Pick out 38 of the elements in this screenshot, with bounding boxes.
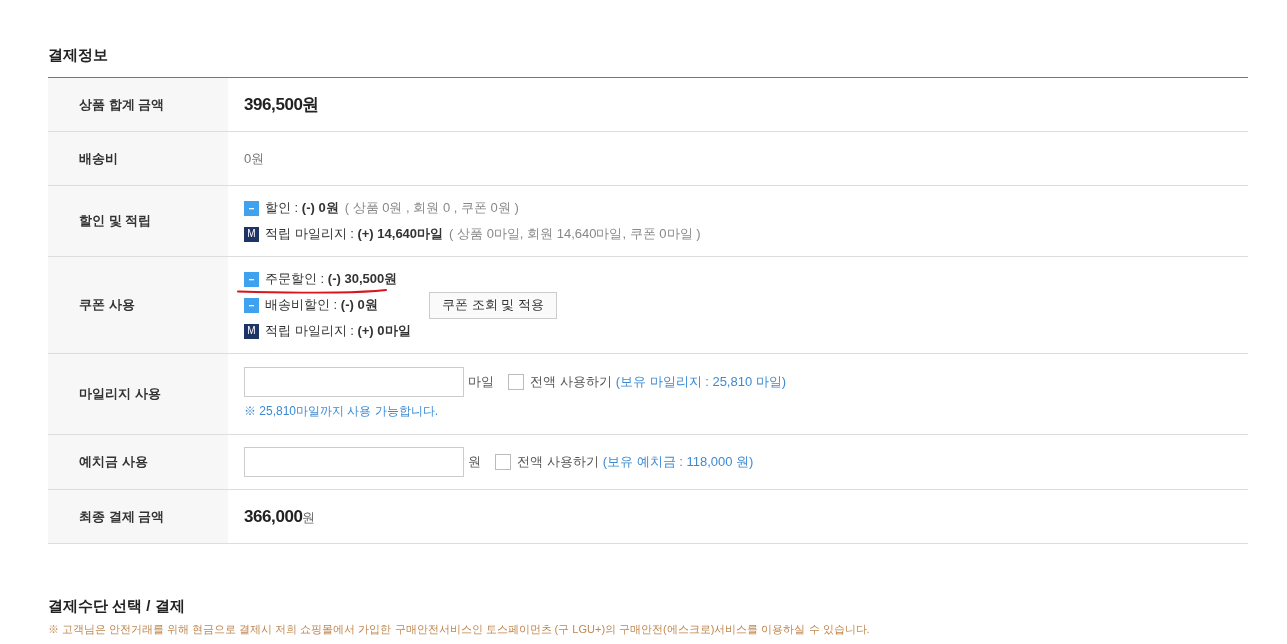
- row-header: 상품 합계 금액: [48, 78, 228, 131]
- amount-line-text: 할인 : (-) 0원: [265, 199, 339, 218]
- checkbox[interactable]: [495, 454, 511, 470]
- amount-value: 396,500원: [244, 93, 320, 116]
- row-header: 할인 및 적립: [48, 186, 228, 256]
- use-all-label[interactable]: 전액 사용하기: [517, 452, 599, 472]
- breakdown-text: ( 상품 0원 , 회원 0 , 쿠폰 0원 ): [344, 199, 519, 218]
- use-all-label[interactable]: 전액 사용하기: [530, 372, 612, 392]
- total-amount-value: 366,000: [244, 505, 303, 528]
- row-header: 배송비: [48, 132, 228, 185]
- section-title: 결제정보: [48, 45, 109, 65]
- balance-text: (보유 예치금 : 118,000 원): [602, 453, 754, 472]
- minus-icon: [244, 297, 259, 313]
- row-header: 최종 결제 금액: [48, 490, 228, 543]
- unit-label: 마일: [468, 373, 494, 392]
- section-title: 결제수단 선택 / 결제: [48, 596, 186, 616]
- breakdown-text: ( 상품 0마일, 회원 14,640마일, 쿠폰 0마일 ): [449, 225, 701, 244]
- minus-icon: [244, 271, 259, 287]
- currency-unit: 원: [302, 508, 316, 527]
- row-header: 쿠폰 사용: [48, 257, 228, 353]
- row-header: 마일리지 사용: [48, 354, 228, 434]
- minus-icon: [244, 200, 259, 216]
- checkbox[interactable]: [508, 374, 524, 390]
- coupon-lookup-button[interactable]: 쿠폰 조회 및 적용: [429, 291, 557, 319]
- unit-label: 원: [468, 453, 481, 472]
- escrow-notice: ※ 고객님은 안전거래를 위해 현금으로 결제시 저희 쇼핑몰에서 가입한 구매안전서비스인 토스페이먼츠 (구 LGU+)의 구매안전(에스크로)서비스를 이용하실 수 있습니다.: [48, 622, 871, 637]
- shipping-fee-value: 0원: [244, 149, 265, 168]
- mileage-badge: M: [244, 323, 259, 339]
- mileage-badge: M: [244, 226, 259, 242]
- row-header: 예치금 사용: [48, 435, 228, 489]
- amount-line-text: 배송비할인 : (-) 0원: [265, 296, 378, 315]
- amount-input-field[interactable]: [244, 367, 464, 397]
- balance-text: (보유 마일리지 : 25,810 마일): [615, 373, 787, 392]
- amount-line-text: 적립 마일리지 : (+) 0마일: [265, 322, 411, 341]
- amount-line-text: 주문할인 : (-) 30,500원: [265, 270, 398, 289]
- amount-input-field[interactable]: [244, 447, 464, 477]
- available-points-note: ※ 25,810마일까지 사용 가능합니다.: [244, 403, 440, 420]
- amount-line-text: 적립 마일리지 : (+) 14,640마일: [265, 225, 444, 244]
